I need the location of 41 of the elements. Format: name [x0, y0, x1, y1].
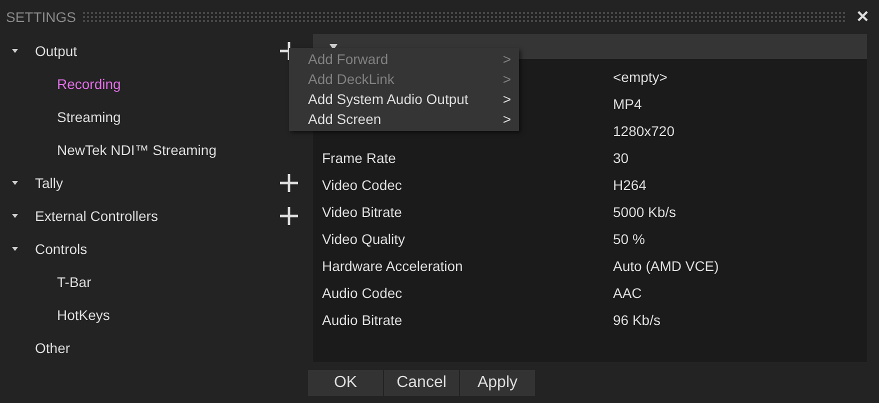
tree-item[interactable]: Streaming	[57, 108, 121, 124]
tree-item[interactable]: NewTek NDI™ Streaming	[57, 142, 216, 158]
tree-item[interactable]: Tally	[35, 174, 64, 190]
expand-arrow-icon[interactable]	[12, 180, 18, 186]
window-title: SETTINGS	[6, 9, 76, 25]
dialog-button[interactable]: Cancel	[384, 370, 459, 396]
setting-label: Video Bitrate	[322, 204, 402, 220]
setting-value[interactable]: 96 Kb/s	[613, 312, 660, 328]
setting-value[interactable]: 5000 Kb/s	[613, 204, 676, 220]
setting-value[interactable]: 30	[613, 150, 629, 166]
setting-value[interactable]: MP4	[613, 96, 642, 112]
setting-label: Frame Rate	[322, 150, 396, 166]
setting-label: Audio Bitrate	[322, 312, 402, 328]
setting-value[interactable]: AAC	[613, 284, 642, 300]
tree-item[interactable]: External Controllers	[35, 208, 158, 224]
plus-icon[interactable]	[280, 206, 298, 224]
dialog-button[interactable]: OK	[308, 370, 383, 396]
tree-item[interactable]: T-Bar	[57, 274, 92, 290]
setting-value[interactable]: Auto (AMD VCE)	[613, 258, 719, 274]
close-button[interactable]: ✕	[852, 7, 873, 27]
setting-value[interactable]: 50 %	[613, 230, 645, 246]
tree-item[interactable]: HotKeys	[57, 306, 110, 322]
setting-label: Video Codec	[322, 176, 402, 192]
tree-item[interactable]: Recording	[57, 76, 121, 92]
tree-item[interactable]: Output	[35, 42, 78, 58]
collapse-arrow-icon	[329, 44, 338, 50]
tree-item[interactable]: Other	[35, 340, 70, 356]
setting-label: Video Quality	[322, 230, 406, 246]
setting-value[interactable]: 1280x720	[613, 122, 675, 138]
expand-arrow-icon[interactable]	[12, 212, 18, 218]
tree-item[interactable]: Controls	[35, 240, 88, 256]
menu-item[interactable]: Add Screen >	[289, 109, 519, 129]
setting-label: Hardware Acceleration	[322, 258, 463, 274]
setting-label: Audio Codec	[322, 284, 402, 300]
setting-value[interactable]: <empty>	[613, 68, 668, 84]
expand-arrow-icon[interactable]	[12, 48, 18, 54]
menu-item[interactable]: Add System Audio Output >	[289, 89, 519, 109]
dialog-button[interactable]: Apply	[460, 370, 535, 396]
plus-icon[interactable]	[280, 174, 298, 192]
setting-value[interactable]: H264	[613, 176, 646, 192]
expand-arrow-icon[interactable]	[12, 246, 18, 252]
